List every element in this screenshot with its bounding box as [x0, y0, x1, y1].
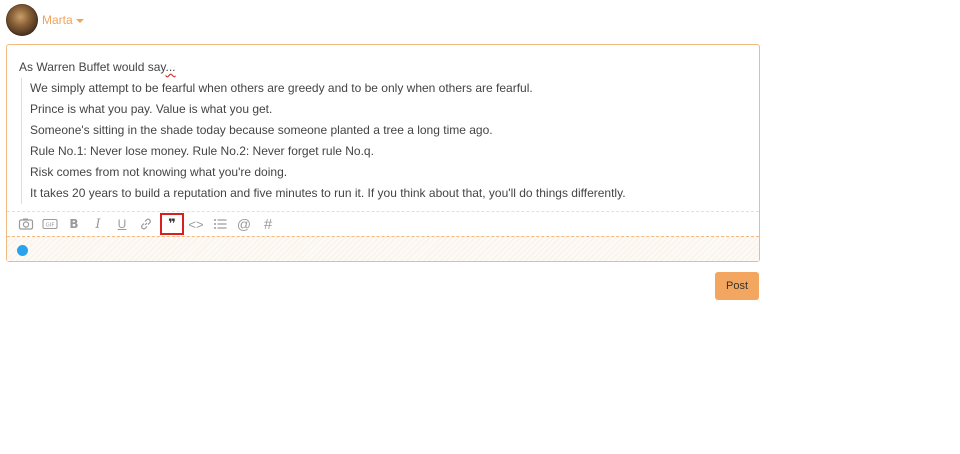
post-button[interactable]: Post	[715, 272, 759, 300]
avatar[interactable]	[6, 4, 38, 36]
code-icon[interactable]: <>	[187, 215, 205, 233]
camera-icon[interactable]	[17, 215, 35, 233]
editor-content[interactable]: As Warren Buffet would say... We simply …	[19, 57, 747, 204]
link-icon[interactable]	[137, 215, 155, 233]
blockquote: We simply attempt to be fearful when oth…	[21, 78, 747, 204]
italic-icon[interactable]: I	[89, 215, 107, 233]
quote-line: Prince is what you pay. Value is what yo…	[30, 102, 273, 116]
underline-icon[interactable]: U	[113, 215, 131, 233]
username-dropdown[interactable]: Marta	[42, 13, 84, 27]
mention-icon[interactable]: @	[235, 215, 253, 233]
quote-line: Rule No.1: Never lose money. Rule No.2: …	[30, 144, 374, 158]
gif-icon[interactable]: GIF	[41, 215, 59, 233]
user-menu[interactable]: Marta	[6, 4, 84, 36]
quote-icon[interactable]: ❞	[160, 213, 184, 235]
editor-footer	[7, 236, 759, 261]
list-icon[interactable]	[211, 215, 229, 233]
intro-line: As Warren Buffet would say...	[19, 57, 747, 78]
svg-text:GIF: GIF	[45, 223, 54, 229]
quote-line: We simply attempt to be fearful when oth…	[30, 81, 533, 95]
username-label: Marta	[42, 13, 73, 27]
quote-line: Risk comes from not knowing what you're …	[30, 165, 288, 179]
caret-down-icon	[75, 19, 84, 23]
quote-line: Someone's sitting in the shade today bec…	[30, 123, 493, 137]
hashtag-icon[interactable]: #	[259, 215, 277, 233]
post-editor[interactable]: As Warren Buffet would say... We simply …	[6, 44, 760, 262]
intro-ellipsis: ...	[165, 60, 176, 74]
intro-text: As Warren Buffet would say	[19, 60, 166, 74]
bold-icon[interactable]: B	[65, 215, 83, 233]
status-dot	[17, 245, 28, 256]
quote-line: It takes 20 years to build a reputation …	[30, 186, 626, 200]
formatting-toolbar: GIF B I U ❞ <> @ #	[7, 211, 759, 236]
